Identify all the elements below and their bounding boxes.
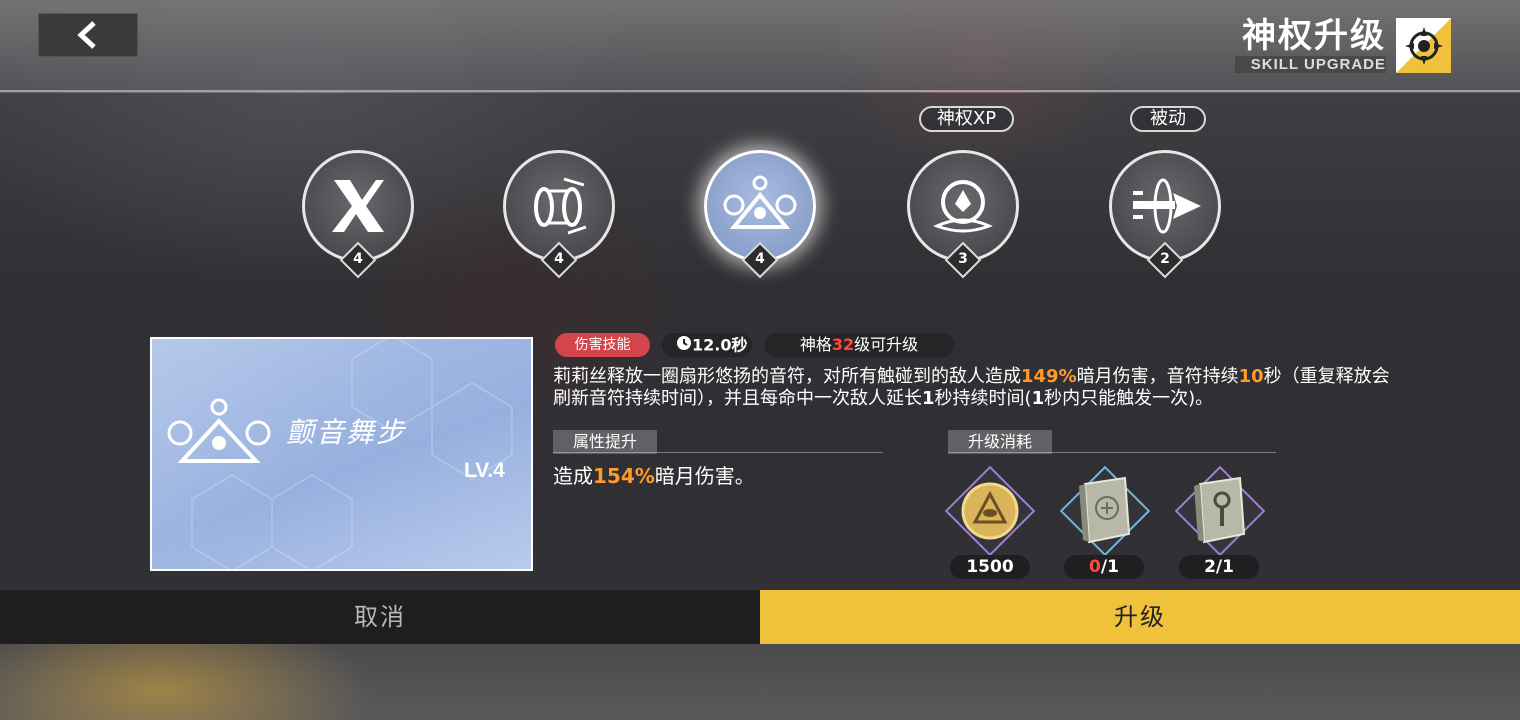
- music-note-triangle-skill-icon: [167, 398, 271, 463]
- requirement-suffix: 级可升级: [854, 335, 919, 354]
- unlock-requirement-badge: 神格32级可升级: [764, 333, 954, 357]
- skill-slot-5[interactable]: 2: [1109, 150, 1221, 279]
- attribute-section-title: 属性提升: [553, 430, 658, 454]
- skill-slot-4[interactable]: 3: [907, 150, 1019, 279]
- skill-book-icon: [1079, 476, 1131, 544]
- skill-slot-1[interactable]: 4: [302, 150, 414, 279]
- required-count: /1: [1100, 557, 1119, 577]
- compass-emblem-icon: [1396, 18, 1451, 73]
- x-slash-skill-icon: [332, 180, 384, 232]
- attr-suffix: 暗月伤害。: [654, 464, 755, 488]
- gold-coin-eye-icon: [961, 482, 1019, 540]
- skill-slot-2[interactable]: 4: [503, 150, 615, 279]
- cost-item-gold[interactable]: [944, 465, 1036, 557]
- page-title: 神权升级 SKILL UPGRADE: [1234, 16, 1386, 73]
- skill-tag-passive: 被动: [1130, 106, 1206, 132]
- divider: [553, 452, 883, 453]
- desc-text: 秒内只能触发一次)。: [1044, 388, 1214, 409]
- cancel-button[interactable]: 取消: [0, 590, 760, 644]
- divider: [948, 452, 1276, 453]
- desc-value: 1: [922, 388, 935, 409]
- attr-prefix: 造成: [553, 464, 593, 488]
- requirement-prefix: 神格: [799, 335, 832, 354]
- cooldown-badge: 12.0秒: [662, 333, 752, 357]
- skill-level: 3: [958, 251, 968, 267]
- upgrade-button[interactable]: 升级: [760, 590, 1520, 644]
- back-button[interactable]: [38, 13, 138, 57]
- attribute-increase: 造成154%暗月伤害。: [553, 460, 755, 489]
- skill-level: 4: [353, 251, 363, 267]
- clock-icon: [676, 334, 692, 358]
- desc-text: 暗月伤害，音符持续: [1076, 366, 1239, 387]
- phoenix-emblem-skill-icon: [933, 180, 993, 233]
- desc-text: 秒持续时间(: [934, 388, 1032, 409]
- cost-count-book: 0/1: [1064, 555, 1144, 579]
- skill-type-badge: 伤害技能: [555, 333, 650, 357]
- skill-level: 2: [1160, 251, 1170, 267]
- skill-tag-xp: 神权XP: [919, 106, 1014, 132]
- skill-level: 4: [554, 251, 564, 267]
- skill-level-label: LV.4: [464, 459, 505, 482]
- cost-count-gold: 1500: [950, 555, 1030, 579]
- music-note-triangle-skill-icon: [723, 175, 797, 229]
- desc-value: 1: [1031, 388, 1045, 409]
- owned-count: 0: [1089, 557, 1101, 577]
- cost-section-title: 升级消耗: [948, 430, 1053, 454]
- page-title-cn: 神权升级: [1242, 16, 1386, 56]
- desc-text: 莉莉丝释放一圈扇形悠扬的音符，对所有触碰到的敌人造成: [553, 366, 1021, 387]
- attr-value: 154%: [593, 464, 655, 488]
- skill-slot-3-selected[interactable]: 4: [704, 150, 816, 279]
- skill-book-key-icon: [1194, 476, 1246, 544]
- back-arrow-icon: [77, 21, 96, 49]
- page-title-en: SKILL UPGRADE: [1234, 56, 1386, 73]
- top-bar: 神权升级 SKILL UPGRADE: [0, 0, 1520, 92]
- cost-item-key-book[interactable]: [1174, 465, 1266, 557]
- arrow-burst-skill-icon: [1133, 178, 1201, 234]
- cooldown-value: 12.0秒: [692, 335, 748, 355]
- skill-card: 颤音舞步 LV.4: [150, 337, 533, 571]
- requirement-level: 32: [831, 335, 855, 354]
- skill-name: 颤音舞步: [286, 416, 407, 449]
- desc-value: 149%: [1021, 366, 1077, 387]
- desc-value: 10: [1238, 366, 1264, 387]
- cost-count-key-book: 2/1: [1179, 555, 1259, 579]
- sound-wave-skill-icon: [534, 177, 587, 235]
- skill-level: 4: [755, 251, 765, 267]
- cost-item-book[interactable]: [1059, 465, 1151, 557]
- skill-description: 莉莉丝释放一圈扇形悠扬的音符，对所有触碰到的敌人造成149%暗月伤害，音符持续1…: [553, 366, 1403, 410]
